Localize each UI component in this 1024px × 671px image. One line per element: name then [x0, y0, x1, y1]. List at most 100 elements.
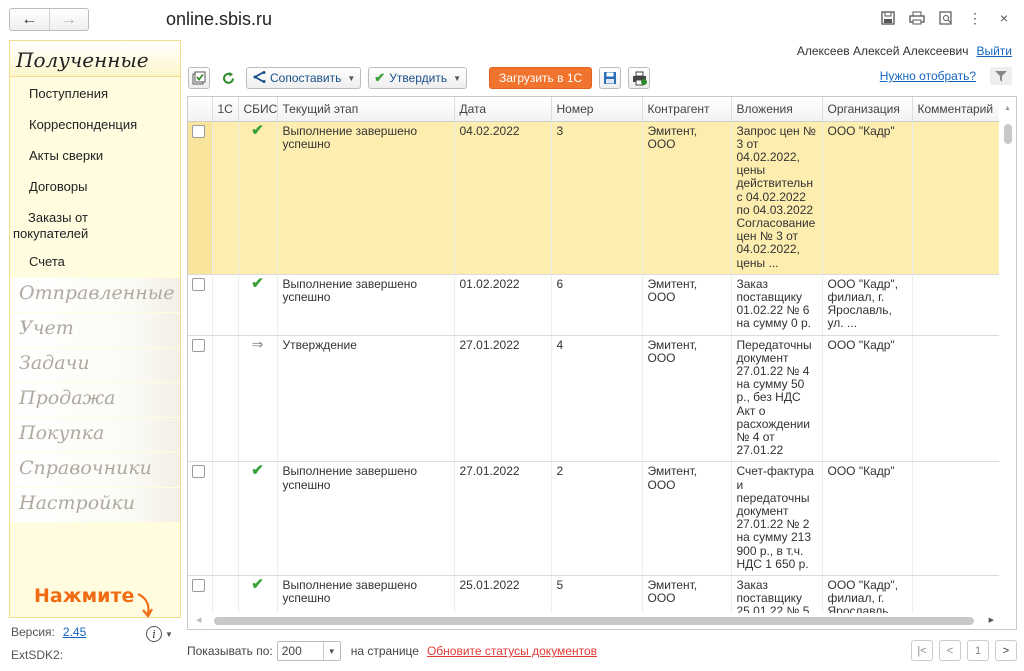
column-1c[interactable]: 1С	[212, 97, 239, 122]
chevron-down-icon: ▼	[165, 629, 173, 639]
horizontal-scrollbar[interactable]: ◀ ▶	[188, 613, 1016, 629]
cell-counterparty: Эмитент, ООО	[642, 335, 732, 463]
vertical-scroll-thumb[interactable]	[1004, 124, 1012, 144]
cell-number: 6	[551, 274, 643, 336]
cell-number: 3	[551, 121, 643, 275]
cell-comment	[912, 461, 1001, 576]
column-date[interactable]: Дата	[454, 97, 552, 122]
sidebar-section-sent[interactable]: Отправленные	[10, 278, 180, 313]
pagination-bar: Показывать по: 200 ▼ на странице Обновит…	[187, 640, 1017, 662]
back-button[interactable]: ←	[10, 9, 49, 30]
close-icon[interactable]: ×	[996, 10, 1012, 26]
cell-date: 27.01.2022	[454, 335, 552, 463]
row-checkbox[interactable]	[192, 124, 205, 138]
refresh-statuses-link[interactable]: Обновите статусы документов	[427, 644, 597, 658]
cell-stage: Утверждение	[277, 335, 455, 463]
column-sbis[interactable]: СБИС	[238, 97, 278, 122]
row-checkbox[interactable]	[192, 465, 205, 479]
sidebar-section-purchase[interactable]: Покупка	[10, 418, 180, 453]
scroll-left-icon[interactable]: ◀	[196, 616, 201, 624]
sidebar-item-customer-orders-line1: Заказы от	[28, 210, 88, 225]
row-select-cell	[188, 121, 213, 275]
table-row[interactable]: ✔ Выполнение завершено успешно 01.02.2022 6…	[188, 274, 1001, 336]
pager-next-button[interactable]: >	[995, 640, 1017, 661]
horizontal-scroll-thumb[interactable]	[214, 617, 974, 625]
print-button[interactable]	[628, 67, 651, 89]
per-page-label: на странице	[350, 644, 419, 658]
cell-attachments: Запрос цен № 3 от 04.02.2022, цены дейст…	[731, 121, 823, 275]
pager-first-button[interactable]: |<	[911, 640, 933, 661]
check-icon: ✔	[374, 70, 386, 85]
more-icon[interactable]: ⋮	[967, 10, 983, 26]
save-icon[interactable]	[880, 10, 896, 26]
page-size-select[interactable]: 200 ▼	[276, 641, 341, 661]
forward-button[interactable]: →	[48, 9, 89, 30]
info-button[interactable]: i ▼	[146, 625, 178, 643]
page-title: online.sbis.ru	[166, 9, 273, 29]
sidebar-item-correspondence[interactable]: Корреспонденция	[10, 117, 180, 148]
pager-page-1-button[interactable]: 1	[967, 640, 989, 661]
row-checkbox[interactable]	[192, 277, 205, 291]
column-counterparty[interactable]: Контрагент	[642, 97, 732, 122]
cell-comment	[912, 274, 1001, 336]
sidebar-item-customer-orders-line2: покупателей	[13, 226, 89, 241]
preview-icon[interactable]	[938, 10, 954, 26]
page-size-value: 200	[278, 642, 324, 660]
column-stage[interactable]: Текущий этап	[277, 97, 455, 122]
refresh-button[interactable]	[217, 67, 239, 89]
logout-link[interactable]: Выйти	[976, 44, 1012, 58]
vertical-scrollbar[interactable]: ▲ ▼	[999, 97, 1016, 629]
cell-organization: ООО "Кадр", филиал, г. Ярославль, ул. ..…	[822, 274, 913, 336]
window-controls: ⋮ ×	[880, 10, 1012, 26]
sidebar-section-directories[interactable]: Справочники	[10, 453, 180, 488]
sidebar-section-received[interactable]: Полученные	[10, 41, 180, 77]
filter-icon[interactable]	[990, 67, 1012, 85]
cell-sbis-status: ✔	[238, 121, 278, 275]
share-icon	[252, 70, 266, 86]
column-number[interactable]: Номер	[551, 97, 643, 122]
sidebar-item-incoming[interactable]: Поступления	[10, 86, 180, 117]
sidebar-section-settings[interactable]: Настройки	[10, 488, 180, 523]
sidebar-item-invoices[interactable]: Счета	[10, 254, 180, 278]
scroll-up-icon[interactable]: ▲	[1004, 105, 1011, 112]
sidebar-item-contracts[interactable]: Договоры	[10, 179, 180, 210]
upload-to-1c-button[interactable]: Загрузить в 1С	[489, 67, 593, 89]
need-select-link[interactable]: Нужно отобрать?	[880, 69, 976, 83]
scroll-right-icon[interactable]: ▶	[989, 616, 994, 624]
column-attachments[interactable]: Вложения	[731, 97, 823, 122]
version-link[interactable]: 2.45	[63, 625, 86, 639]
column-organization[interactable]: Организация	[822, 97, 913, 122]
cell-counterparty: Эмитент, ООО	[642, 461, 732, 576]
table-row[interactable]: ⇒ Утверждение 27.01.2022 4 Эмитент, ООО Перед…	[188, 335, 1001, 463]
version-info: Версия: 2.45	[11, 625, 86, 639]
cell-1c	[212, 461, 239, 576]
save-button[interactable]	[599, 67, 622, 89]
table-row[interactable]: ✔ Выполнение завершено успешно 04.02.2022 3…	[188, 121, 1001, 275]
sidebar-section-tasks[interactable]: Задачи	[10, 348, 180, 383]
column-comment[interactable]: Комментарий	[912, 97, 1001, 122]
sidebar-item-reconciliation[interactable]: Акты сверки	[10, 148, 180, 179]
row-checkbox[interactable]	[192, 338, 205, 352]
nav-buttons: ← →	[9, 8, 89, 31]
cell-number: 4	[551, 335, 643, 463]
chevron-down-icon: ▼	[327, 646, 336, 656]
compare-label: Сопоставить	[270, 71, 342, 85]
select-all-button[interactable]	[188, 67, 210, 89]
sidebar-section-accounting[interactable]: Учет	[10, 313, 180, 348]
print-icon[interactable]	[909, 10, 925, 26]
sidebar-item-customer-orders[interactable]: Заказы от покупателей	[10, 210, 180, 254]
version-label: Версия:	[11, 625, 55, 639]
cell-comment	[912, 335, 1001, 463]
cell-stage: Выполнение завершено успешно	[277, 274, 455, 336]
row-checkbox[interactable]	[192, 579, 205, 592]
row-select-cell	[188, 274, 213, 336]
chevron-down-icon: ▼	[453, 73, 462, 83]
pager-prev-button[interactable]: <	[939, 640, 961, 661]
cell-number: 2	[551, 461, 643, 576]
sidebar-section-sales[interactable]: Продажа	[10, 383, 180, 418]
compare-button[interactable]: Сопоставить ▼	[246, 67, 362, 89]
table-row[interactable]: ✔ Выполнение завершено успешно 27.01.2022 2…	[188, 461, 1001, 576]
approve-button[interactable]: ✔ Утвердить ▼	[368, 67, 468, 89]
cell-attachments: Заказ поставщику 01.02.22 № 6 на сумму 0…	[731, 274, 823, 336]
sidebar: Полученные Поступления Корреспонденция А…	[9, 40, 181, 618]
